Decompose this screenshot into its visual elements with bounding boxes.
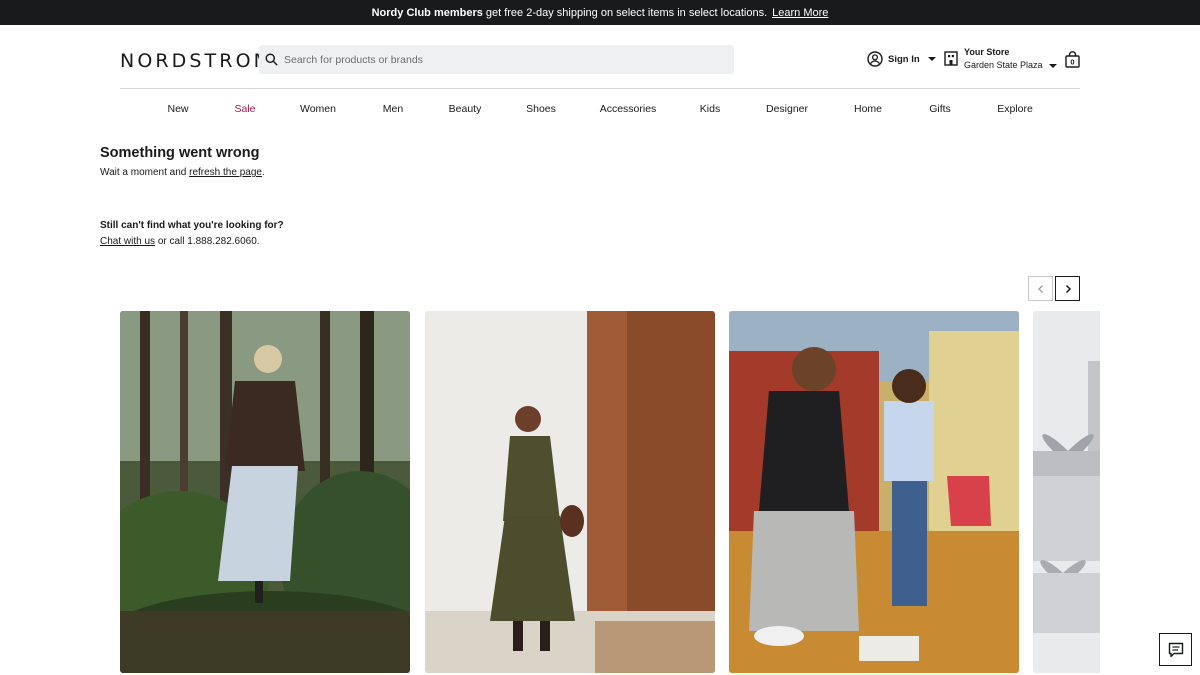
nav-item-beauty[interactable]: Beauty	[449, 103, 482, 115]
refresh-page-link[interactable]: refresh the page	[189, 167, 262, 178]
search-bar[interactable]	[259, 45, 734, 74]
chat-with-us-link[interactable]: Chat with us	[100, 236, 155, 247]
error-title: Something went wrong	[100, 145, 260, 161]
nav-item-men[interactable]: Men	[383, 103, 403, 115]
chevron-down-icon	[927, 57, 936, 61]
error-msg-text: Wait a moment and	[100, 167, 187, 178]
promo-text: get free 2-day shipping on select items …	[485, 6, 768, 19]
nav-item-gifts[interactable]: Gifts	[929, 103, 951, 115]
nav-item-shoes[interactable]: Shoes	[526, 103, 556, 115]
help-message: Chat with us or call 1.888.282.6060.	[100, 236, 260, 247]
studio-fashion-image	[425, 311, 715, 673]
forest-fashion-image	[120, 311, 410, 673]
help-title: Still can't find what you're looking for…	[100, 220, 284, 231]
nav-item-new[interactable]: New	[167, 103, 188, 115]
promo-bold-text: Nordy Club members	[371, 6, 483, 19]
nav-item-designer[interactable]: Designer	[766, 103, 808, 115]
carousel-prev-button[interactable]	[1028, 276, 1053, 301]
chevron-right-icon	[1065, 284, 1071, 293]
shopping-bag-button[interactable]: 0	[1065, 51, 1080, 73]
learn-more-link[interactable]: Learn More	[772, 7, 828, 19]
carousel-next-button[interactable]	[1055, 276, 1080, 301]
carousel-card[interactable]	[729, 311, 1019, 673]
promo-banner: Nordy Club members get free 2-day shippi…	[0, 0, 1200, 25]
chevron-left-icon	[1037, 284, 1043, 293]
store-selector[interactable]: Your Store Garden State Plaza	[944, 46, 1057, 72]
help-phone-text: or call 1.888.282.6060.	[157, 236, 260, 247]
kids-classroom-image	[729, 311, 1019, 673]
carousel-card[interactable]	[1033, 311, 1100, 673]
store-title: Your Store	[964, 47, 1010, 57]
search-input[interactable]	[284, 53, 724, 66]
chevron-down-icon	[1048, 63, 1057, 68]
sign-in-button[interactable]: Sign In	[867, 51, 936, 67]
error-msg-period: .	[261, 167, 265, 178]
nav-item-accessories[interactable]: Accessories	[600, 103, 657, 115]
bag-count: 0	[1070, 58, 1074, 67]
error-message: Wait a moment and refresh the page.	[100, 167, 265, 178]
carousel-card[interactable]	[120, 311, 410, 673]
store-name: Garden State Plaza	[964, 60, 1043, 70]
user-icon	[867, 51, 883, 67]
site-header: NORDSTROM Sign In Your Store Garden Stat…	[120, 25, 1080, 89]
nav-item-home[interactable]: Home	[854, 103, 882, 115]
main-nav: New Sale Women Men Beauty Shoes Accessor…	[120, 89, 1080, 129]
gift-boxes-image	[1033, 311, 1100, 673]
carousel-card[interactable]	[425, 311, 715, 673]
nav-item-sale[interactable]: Sale	[234, 103, 255, 115]
nav-item-kids[interactable]: Kids	[700, 103, 720, 115]
chat-bubble-icon	[1168, 642, 1183, 657]
shopping-bag-icon: 0	[1065, 51, 1080, 68]
sign-in-label: Sign In	[888, 53, 920, 65]
image-carousel	[120, 311, 1100, 675]
nav-item-explore[interactable]: Explore	[997, 103, 1033, 115]
nav-item-women[interactable]: Women	[300, 103, 336, 115]
store-icon	[944, 51, 958, 66]
chat-button[interactable]	[1159, 633, 1192, 666]
nordstrom-logo[interactable]: NORDSTROM	[120, 50, 273, 72]
search-icon	[265, 53, 278, 66]
